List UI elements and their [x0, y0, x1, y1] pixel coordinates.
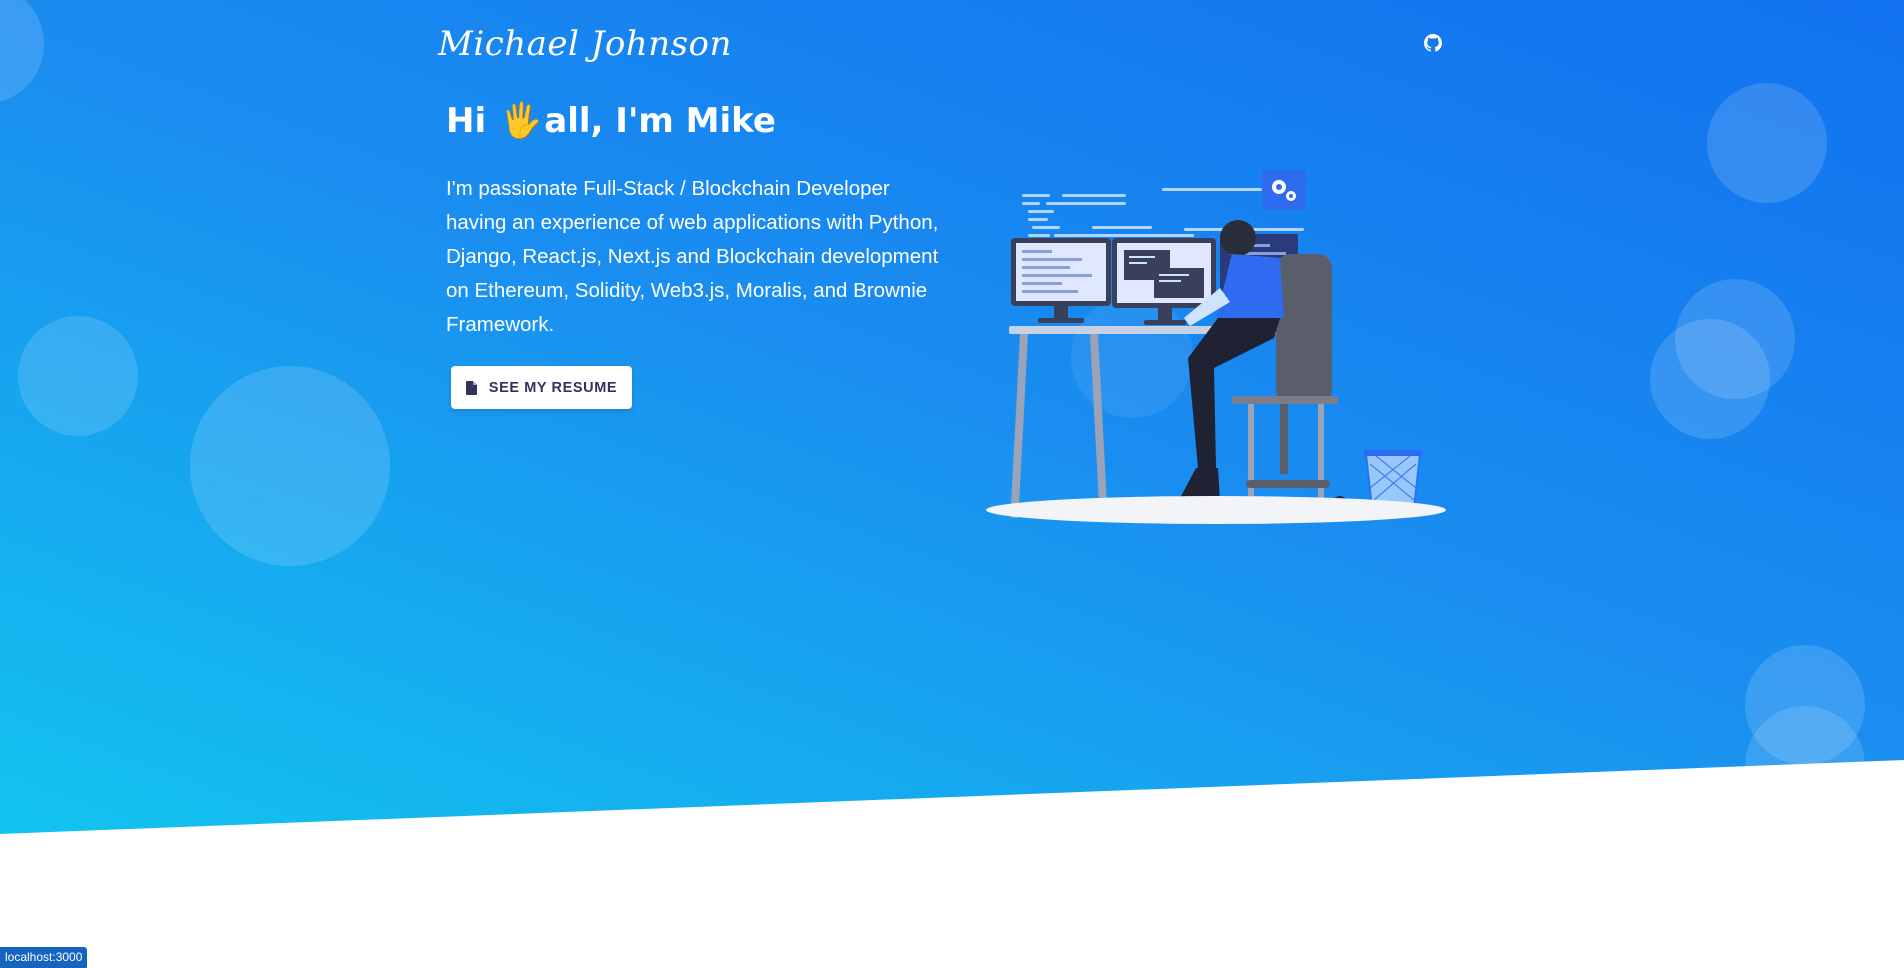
decor-bubble: [0, 0, 44, 104]
hero-section: Michael Johnson Hi 🖐all, I'm Mike I'm pa…: [0, 0, 1904, 834]
developer-at-desk-illustration: [986, 170, 1446, 524]
decor-bubble: [1707, 83, 1827, 203]
file-icon: [465, 380, 477, 395]
resume-button-label: SEE MY RESUME: [488, 379, 618, 396]
brand-logo[interactable]: Michael Johnson: [438, 14, 731, 74]
hero-bio: I'm passionate Full-Stack / Blockchain D…: [446, 177, 939, 336]
brand-name: Michael Johnson: [438, 24, 732, 64]
greeting-after: all, I'm Mike: [544, 101, 776, 141]
greeting-before: Hi: [446, 101, 487, 141]
browser-status-bar: localhost:3000: [0, 947, 88, 968]
hero-headline: Hi 🖐all, I'm Mike: [446, 96, 776, 146]
see-my-resume-button[interactable]: SEE MY RESUME: [451, 366, 632, 409]
decor-bubble: [18, 316, 138, 436]
decor-bubble: [1745, 706, 1865, 826]
wave-emoji: 🖐: [499, 101, 543, 141]
github-icon[interactable]: [1424, 34, 1442, 52]
decor-bubble: [1650, 319, 1770, 439]
decor-bubble: [190, 366, 390, 566]
